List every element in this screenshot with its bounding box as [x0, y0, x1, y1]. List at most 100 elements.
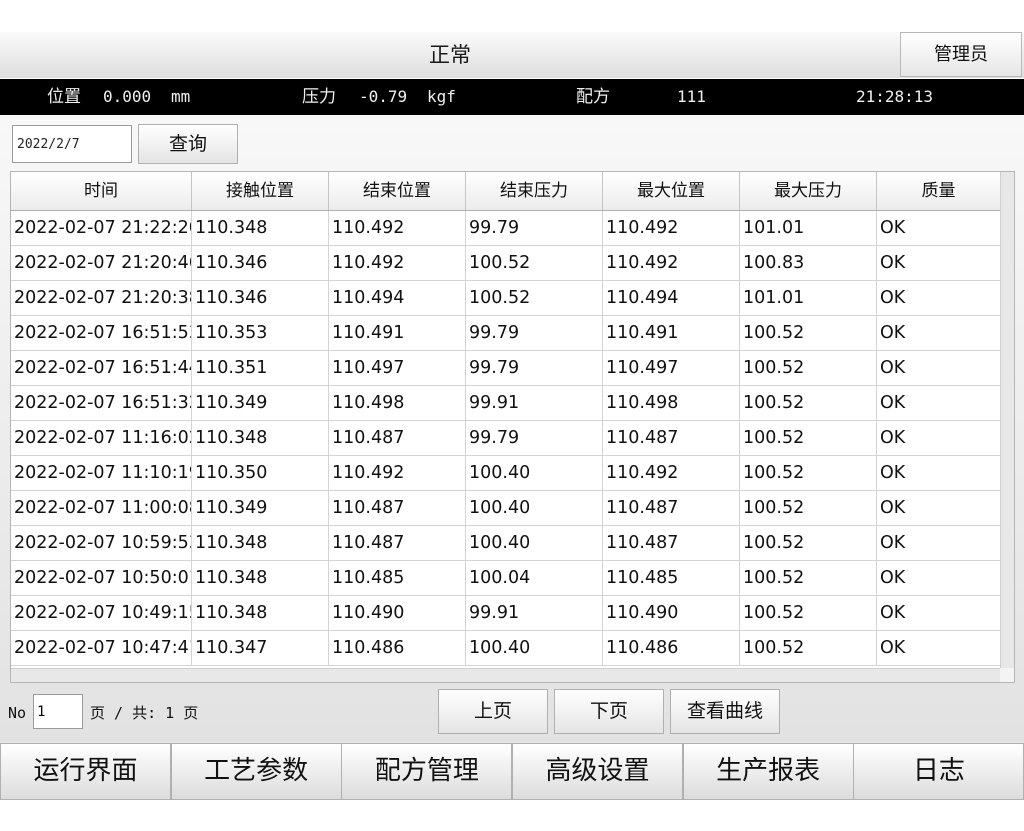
cell-time: 2022-02-07 10:49:15 [11, 596, 192, 631]
cell-max-pressure: 101.01 [740, 211, 877, 246]
cell-max-position: 110.487 [603, 526, 740, 561]
cell-quality: OK [877, 316, 1001, 351]
nav-advanced-settings-button[interactable]: 高级设置 [512, 743, 683, 800]
cell-time: 2022-02-07 11:16:02 [11, 421, 192, 456]
cell-contact-position: 110.349 [192, 491, 329, 526]
column-header-end-pressure[interactable]: 结束压力 [466, 172, 603, 210]
vertical-scrollbar[interactable] [1000, 172, 1014, 682]
cell-time: 2022-02-07 16:51:44 [11, 351, 192, 386]
cell-max-pressure: 100.52 [740, 456, 877, 491]
cell-max-pressure: 100.52 [740, 631, 877, 666]
column-header-time[interactable]: 时间 [11, 172, 192, 210]
table-row[interactable]: 2022-02-07 11:00:08 110.349 110.487 100.40 1… [11, 491, 1001, 526]
table-row[interactable]: 2022-02-07 21:20:38 110.346 110.494 100.52 1… [11, 281, 1001, 316]
table-row[interactable]: 2022-02-07 10:47:41 110.347 110.486 100.40 1… [11, 631, 1001, 666]
cell-max-pressure: 100.52 [740, 491, 877, 526]
cell-contact-position: 110.348 [192, 596, 329, 631]
page-total-text: 页 / 共: 1 页 [90, 704, 199, 722]
cell-max-pressure: 100.52 [740, 316, 877, 351]
cell-max-pressure: 100.52 [740, 386, 877, 421]
page-no-label: No [8, 704, 27, 722]
cell-end-position: 110.487 [329, 421, 466, 456]
cell-contact-position: 110.351 [192, 351, 329, 386]
cell-max-position: 110.486 [603, 631, 740, 666]
cell-time: 2022-02-07 10:50:01 [11, 561, 192, 596]
cell-max-position: 110.497 [603, 351, 740, 386]
table-row[interactable]: 2022-02-07 11:16:02 110.348 110.487 99.79 11… [11, 421, 1001, 456]
table-row[interactable]: 2022-02-07 21:22:20 110.348 110.492 99.79 11… [11, 211, 1001, 246]
nav-production-report-button[interactable]: 生产报表 [682, 743, 854, 800]
cell-max-position: 110.487 [603, 421, 740, 456]
cell-quality: OK [877, 596, 1001, 631]
admin-button[interactable]: 管理员 [900, 32, 1022, 77]
position-label: 位置 [47, 87, 81, 107]
nav-recipe-management-button[interactable]: 配方管理 [341, 743, 513, 800]
horizontal-scrollbar[interactable] [11, 668, 1001, 682]
table-row[interactable]: 2022-02-07 10:50:01 110.348 110.485 100.04 1… [11, 561, 1001, 596]
date-input[interactable] [12, 125, 132, 163]
report-panel: 查询 时间接触位置结束位置结束压力最大位置最大压力质量 2022-02-07 2… [0, 115, 1024, 743]
cell-end-position: 110.487 [329, 491, 466, 526]
status-title: 正常 [429, 43, 471, 67]
cell-contact-position: 110.347 [192, 631, 329, 666]
pressure-value: -0.79 [359, 87, 408, 106]
cell-quality: OK [877, 351, 1001, 386]
table-row[interactable]: 2022-02-07 16:51:32 110.349 110.498 99.91 11… [11, 386, 1001, 421]
cell-contact-position: 110.348 [192, 526, 329, 561]
cell-end-position: 110.487 [329, 526, 466, 561]
nav-process-params-button[interactable]: 工艺参数 [170, 743, 342, 800]
cell-max-position: 110.498 [603, 386, 740, 421]
query-button[interactable]: 查询 [138, 124, 238, 164]
cell-time: 2022-02-07 11:00:08 [11, 491, 192, 526]
table-row[interactable]: 2022-02-07 11:10:19 110.350 110.492 100.40 1… [11, 456, 1001, 491]
cell-contact-position: 110.348 [192, 421, 329, 456]
cell-max-pressure: 100.83 [740, 246, 877, 281]
cell-end-pressure: 100.40 [466, 631, 603, 666]
cell-max-position: 110.490 [603, 596, 740, 631]
status-bar: 位置 0.000 mm 压力 -0.79 kgf 配方 111 21:28:13 [0, 79, 1024, 115]
cell-end-position: 110.491 [329, 316, 466, 351]
view-curve-button[interactable]: 查看曲线 [670, 689, 780, 734]
cell-time: 2022-02-07 16:51:53 [11, 316, 192, 351]
cell-end-pressure: 99.79 [466, 316, 603, 351]
cell-max-position: 110.485 [603, 561, 740, 596]
page-number-input[interactable] [33, 694, 83, 729]
column-header-contact-position[interactable]: 接触位置 [192, 172, 329, 210]
cell-end-pressure: 99.79 [466, 211, 603, 246]
scroll-corner [1000, 668, 1014, 682]
pressure-label: 压力 [302, 87, 336, 107]
cell-end-pressure: 99.79 [466, 421, 603, 456]
table-header: 时间 接触位置 结束位置 结束压力 最大位置 最大压力 质量 [11, 172, 1001, 211]
column-header-quality[interactable]: 质量 [877, 172, 1001, 210]
cell-end-pressure: 99.91 [466, 386, 603, 421]
cell-end-pressure: 100.52 [466, 246, 603, 281]
table-row[interactable]: 2022-02-07 16:51:44 110.351 110.497 99.79 11… [11, 351, 1001, 386]
table-row[interactable]: 2022-02-07 21:20:46 110.346 110.492 100.52 1… [11, 246, 1001, 281]
nav-log-button[interactable]: 日志 [853, 743, 1024, 800]
cell-contact-position: 110.350 [192, 456, 329, 491]
cell-end-position: 110.486 [329, 631, 466, 666]
cell-time: 2022-02-07 21:22:20 [11, 211, 192, 246]
column-header-end-position[interactable]: 结束位置 [329, 172, 466, 210]
cell-contact-position: 110.346 [192, 281, 329, 316]
column-header-max-position[interactable]: 最大位置 [603, 172, 740, 210]
nav-run-screen-button[interactable]: 运行界面 [0, 743, 171, 800]
next-page-button[interactable]: 下页 [554, 689, 664, 734]
cell-quality: OK [877, 491, 1001, 526]
table-row[interactable]: 2022-02-07 10:59:53 110.348 110.487 100.40 1… [11, 526, 1001, 561]
cell-end-position: 110.492 [329, 456, 466, 491]
cell-max-pressure: 100.52 [740, 596, 877, 631]
table-row[interactable]: 2022-02-07 16:51:53 110.353 110.491 99.79 11… [11, 316, 1001, 351]
table-row[interactable]: 2022-02-07 10:49:15 110.348 110.490 99.91 11… [11, 596, 1001, 631]
table-body: 2022-02-07 21:22:20 110.348 110.492 99.79 11… [11, 211, 1001, 666]
prev-page-button[interactable]: 上页 [438, 689, 548, 734]
cell-end-pressure: 100.52 [466, 281, 603, 316]
position-value: 0.000 [103, 87, 152, 106]
cell-max-pressure: 100.52 [740, 561, 877, 596]
cell-time: 2022-02-07 16:51:32 [11, 386, 192, 421]
cell-end-position: 110.498 [329, 386, 466, 421]
cell-quality: OK [877, 561, 1001, 596]
recipe-value: 111 [677, 87, 706, 106]
cell-time: 2022-02-07 21:20:46 [11, 246, 192, 281]
column-header-max-pressure[interactable]: 最大压力 [740, 172, 877, 210]
